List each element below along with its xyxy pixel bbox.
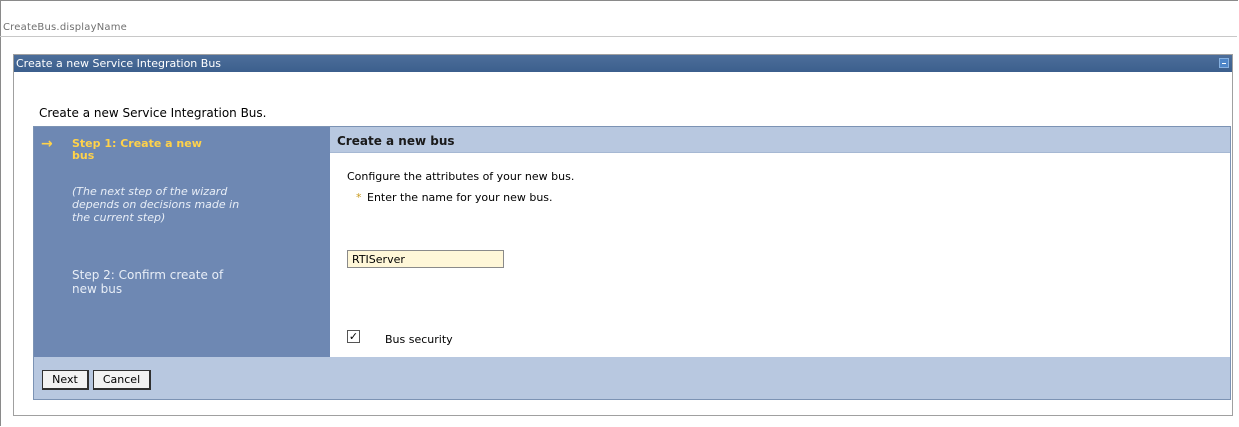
portlet-title: Create a new Service Integration Bus [16, 57, 222, 70]
configure-text: Configure the attributes of your new bus… [347, 170, 575, 183]
portlet-titlebar: Create a new Service Integration Bus [14, 55, 1232, 72]
wizard-intro-text: Create a new Service Integration Bus. [39, 106, 267, 120]
wizard-content: Create a new bus Configure the attribute… [330, 127, 1230, 357]
required-star-icon: * [356, 191, 362, 204]
bus-name-label: Enter the name for your new bus. [367, 191, 553, 204]
bus-security-checkbox[interactable]: ✓ [347, 330, 360, 343]
wizard-steps-sidebar: → Step 1: Create a new bus (The next ste… [34, 127, 330, 357]
next-button[interactable]: Next [42, 370, 89, 390]
page-title: CreateBus.displayName [3, 22, 128, 33]
wizard-button-bar: Next Cancel [34, 357, 1230, 399]
minimize-icon[interactable] [1219, 58, 1229, 68]
current-step-arrow-icon: → [41, 136, 53, 152]
bus-name-input[interactable] [347, 250, 504, 268]
content-header: Create a new bus [330, 127, 1230, 153]
wizard-panel: → Step 1: Create a new bus (The next ste… [33, 126, 1231, 400]
page-header: CreateBus.displayName [0, 0, 1237, 37]
content-title: Create a new bus [337, 134, 455, 148]
bus-security-label: Bus security [385, 333, 453, 346]
step-note: (The next step of the wizard depends on … [72, 185, 240, 224]
step-1-label: Step 1: Create a new bus [72, 137, 202, 162]
step-2-label: Step 2: Confirm create of new bus [72, 268, 224, 296]
cancel-button[interactable]: Cancel [93, 370, 151, 390]
